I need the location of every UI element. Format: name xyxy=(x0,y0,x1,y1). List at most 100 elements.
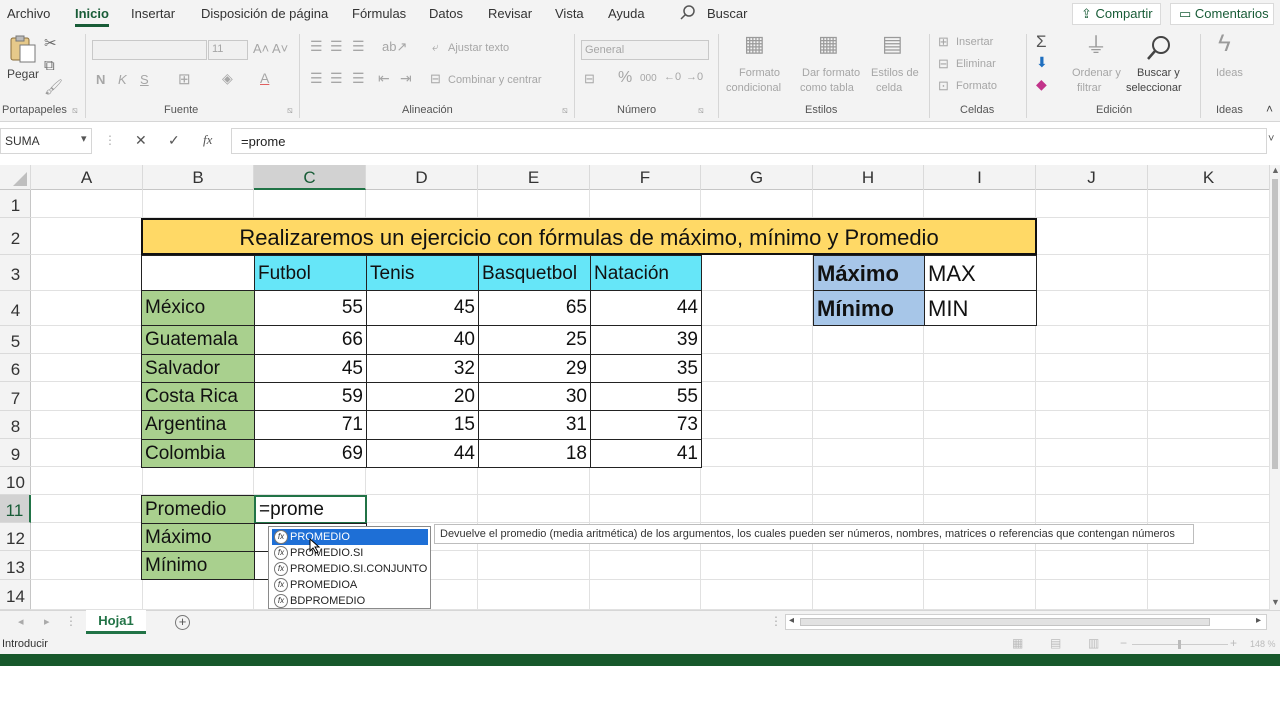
format-cells-button[interactable]: Formato xyxy=(956,80,997,92)
name-box-dropdown-icon[interactable]: ▾ xyxy=(81,132,87,145)
wrap-text-icon[interactable]: ⤶ xyxy=(432,40,439,55)
insert-cells-icon[interactable]: ⊞ xyxy=(938,34,949,50)
value-cell[interactable]: 66 xyxy=(254,325,367,355)
menu-ayuda[interactable]: Ayuda xyxy=(608,6,645,21)
value-cell[interactable]: 45 xyxy=(366,290,479,326)
clipboard-launcher-icon[interactable]: ⧅ xyxy=(72,105,78,116)
cell-styles-label-1[interactable]: Estilos de xyxy=(871,67,919,79)
zoom-level[interactable]: 148 % xyxy=(1250,639,1276,649)
country-cell[interactable]: México xyxy=(141,290,255,326)
zoom-out-icon[interactable]: − xyxy=(1120,636,1127,650)
menu-revisar[interactable]: Revisar xyxy=(488,6,532,21)
percent-icon[interactable]: % xyxy=(618,69,632,87)
header-futbol[interactable]: Futbol xyxy=(254,255,367,291)
scroll-up-icon[interactable]: ▲ xyxy=(1271,165,1280,175)
underline-button[interactable]: S xyxy=(140,72,149,87)
insert-function-icon[interactable]: fx xyxy=(203,132,212,148)
column-header[interactable]: F xyxy=(590,165,701,190)
wrap-text-button[interactable]: Ajustar texto xyxy=(448,42,509,54)
scroll-down-icon[interactable]: ▼ xyxy=(1271,597,1280,607)
value-cell[interactable]: 55 xyxy=(590,382,702,411)
scroll-right-icon[interactable]: ▸ xyxy=(1256,615,1261,626)
paste-button[interactable]: Pegar xyxy=(7,67,39,81)
menu-formulas[interactable]: Fórmulas xyxy=(352,6,406,21)
formula-input[interactable]: =prome xyxy=(231,128,1267,154)
column-header[interactable]: E xyxy=(478,165,590,190)
menu-inicio[interactable]: Inicio xyxy=(75,6,109,27)
value-cell[interactable]: 55 xyxy=(254,290,367,326)
sort-filter-icon[interactable]: ⏚ xyxy=(1085,35,1107,57)
vertical-scroll-thumb[interactable] xyxy=(1272,179,1278,469)
increase-indent-icon[interactable]: ⇥ xyxy=(400,70,412,87)
format-painter-icon[interactable]: 🖌 xyxy=(44,80,63,96)
country-cell[interactable]: Salvador xyxy=(141,354,255,383)
menu-vista[interactable]: Vista xyxy=(555,6,584,21)
find-select-icon[interactable] xyxy=(1145,34,1173,62)
horizontal-scrollbar[interactable]: ◂ ▸ xyxy=(785,614,1267,630)
enter-icon[interactable]: ✓ xyxy=(168,132,180,149)
menu-archivo[interactable]: Archivo xyxy=(7,6,50,21)
column-header[interactable]: I xyxy=(924,165,1036,190)
prev-sheet-icon[interactable]: ◂ xyxy=(18,615,24,628)
column-header[interactable]: C xyxy=(254,165,366,190)
row-header[interactable]: 4 xyxy=(0,291,31,326)
side-value-max[interactable]: MAX xyxy=(924,255,1037,291)
number-launcher-icon[interactable]: ⧅ xyxy=(698,105,704,116)
merge-center-icon[interactable]: ⊟ xyxy=(430,71,441,87)
collapse-ribbon-icon[interactable]: ˄ xyxy=(1266,102,1273,116)
page-break-view-icon[interactable]: ▥ xyxy=(1088,636,1099,650)
row-header[interactable]: 3 xyxy=(0,255,31,291)
value-cell[interactable]: 65 xyxy=(478,290,591,326)
bold-button[interactable]: N xyxy=(96,72,105,87)
align-middle-icon[interactable]: ☰ xyxy=(330,38,343,55)
value-cell[interactable]: 39 xyxy=(590,325,702,355)
conditional-format-label-2[interactable]: condicional xyxy=(726,82,781,94)
align-bottom-icon[interactable]: ☰ xyxy=(352,38,365,55)
row-header[interactable]: 13 xyxy=(0,551,31,580)
decrease-decimal-icon[interactable]: →0 xyxy=(686,71,703,83)
ideas-icon[interactable]: ϟ xyxy=(1218,32,1231,56)
value-cell[interactable]: 18 xyxy=(478,439,591,468)
header-tenis[interactable]: Tenis xyxy=(366,255,479,291)
row-header[interactable]: 7 xyxy=(0,382,31,411)
side-label-maximo[interactable]: Máximo xyxy=(813,255,925,291)
find-select-label-2[interactable]: seleccionar xyxy=(1126,82,1182,94)
accounting-format-icon[interactable]: ⊟ xyxy=(584,71,595,87)
font-launcher-icon[interactable]: ⧅ xyxy=(287,105,293,116)
zoom-in-icon[interactable]: + xyxy=(1230,636,1237,650)
zoom-slider-thumb[interactable] xyxy=(1178,640,1181,649)
label-promedio[interactable]: Promedio xyxy=(141,495,255,524)
label-maximo[interactable]: Máximo xyxy=(141,523,255,552)
fill-color-icon[interactable]: ◈ xyxy=(222,70,233,87)
row-header[interactable]: 2 xyxy=(0,218,31,255)
vertical-scrollbar[interactable]: ▲ ▼ xyxy=(1270,165,1280,610)
sheet-tab-hoja1[interactable]: Hoja1 xyxy=(86,610,146,634)
number-format-select[interactable]: General xyxy=(581,40,709,60)
row-header[interactable]: 9 xyxy=(0,439,31,467)
column-header[interactable]: J xyxy=(1036,165,1148,190)
menu-disposicion[interactable]: Disposición de página xyxy=(201,6,328,21)
orientation-icon[interactable]: ab↗ xyxy=(382,39,407,55)
empty-header-cell[interactable] xyxy=(141,255,255,291)
decrease-indent-icon[interactable]: ⇤ xyxy=(378,70,390,87)
insert-cells-button[interactable]: Insertar xyxy=(956,36,993,48)
cell-styles-icon[interactable]: ▤ xyxy=(882,33,903,55)
comma-style-icon[interactable]: 000 xyxy=(640,73,657,84)
italic-button[interactable]: K xyxy=(118,72,127,87)
paste-icon[interactable] xyxy=(8,34,38,64)
sort-filter-label-2[interactable]: filtrar xyxy=(1077,82,1101,94)
autocomplete-item[interactable]: fx PROMEDIO xyxy=(272,529,428,545)
header-basquetbol[interactable]: Basquetbol xyxy=(478,255,591,291)
value-cell[interactable]: 73 xyxy=(590,410,702,440)
align-center-icon[interactable]: ☰ xyxy=(330,70,343,87)
value-cell[interactable]: 41 xyxy=(590,439,702,468)
alignment-launcher-icon[interactable]: ⧅ xyxy=(562,105,568,116)
autocomplete-item[interactable]: fx BDPROMEDIO xyxy=(272,593,428,609)
active-cell-editor[interactable]: =prome xyxy=(254,495,367,524)
merge-center-button[interactable]: Combinar y centrar xyxy=(448,74,542,86)
name-box[interactable]: SUMA ▾ xyxy=(0,128,92,154)
row-header[interactable]: 8 xyxy=(0,411,31,439)
value-cell[interactable]: 71 xyxy=(254,410,367,440)
share-button[interactable]: ⇪ Compartir xyxy=(1072,3,1161,25)
row-header[interactable]: 11 xyxy=(0,495,31,523)
